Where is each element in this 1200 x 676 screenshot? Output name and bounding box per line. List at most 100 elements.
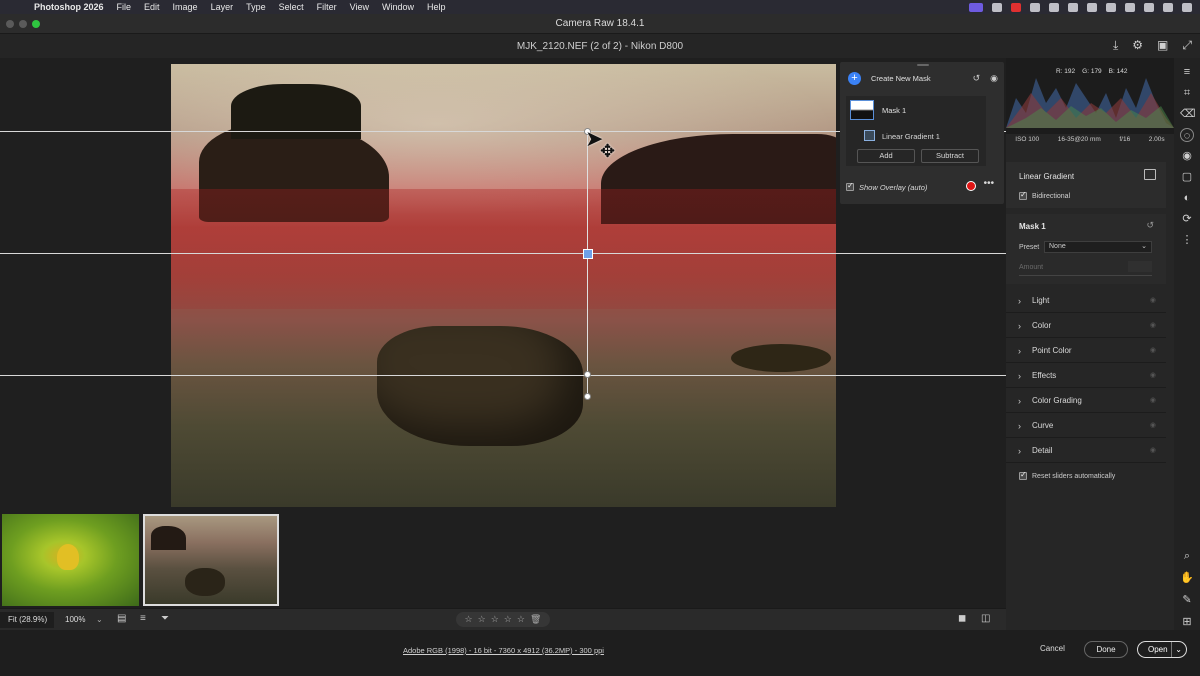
cloud-icon[interactable] <box>1049 2 1059 12</box>
zoom-icon[interactable]: ⌕ <box>1180 549 1194 563</box>
filmstrip-thumb-1[interactable] <box>2 514 139 606</box>
section-point-color[interactable]: › Point Color ◉ <box>1006 339 1166 363</box>
eye-icon[interactable]: ◉ <box>1150 296 1156 304</box>
done-button[interactable]: Done <box>1084 641 1128 658</box>
snapshots-icon[interactable]: ▢ <box>1180 170 1194 184</box>
presets-icon[interactable]: ◐ <box>1180 191 1194 205</box>
gear-icon[interactable]: ⚙ <box>1132 38 1143 53</box>
menu-select[interactable]: Select <box>279 2 304 12</box>
star-icon[interactable]: ☆ <box>465 614 473 625</box>
reset-mask-icon[interactable]: ↺ <box>1146 220 1154 231</box>
amount-slider[interactable] <box>1019 275 1152 276</box>
eye-icon[interactable]: ◉ <box>990 73 998 84</box>
star-icon[interactable]: ☆ <box>517 614 525 625</box>
open-button[interactable]: Open ⌄ <box>1137 641 1187 658</box>
rotate-handle-end[interactable] <box>584 393 591 400</box>
eye-icon[interactable]: ◉ <box>1150 321 1156 329</box>
menu-window[interactable]: Window <box>382 2 414 12</box>
fit-zoom-button[interactable]: Fit (28.9%) <box>0 612 54 628</box>
sort-icon[interactable]: ≡ <box>140 613 146 624</box>
reset-sliders-checkbox[interactable] <box>1019 470 1027 480</box>
expand-icon[interactable]: ⤢ <box>1182 38 1192 53</box>
cancel-button[interactable]: Cancel <box>1040 644 1065 653</box>
panel-grip[interactable] <box>917 64 929 66</box>
mask-name[interactable]: Mask 1 <box>882 106 906 115</box>
record-icon[interactable] <box>1011 2 1021 12</box>
screen-share-icon[interactable] <box>969 2 983 12</box>
app-menu[interactable]: Photoshop 2026 <box>34 2 104 12</box>
section-curve[interactable]: › Curve ◉ <box>1006 414 1166 438</box>
eye-icon[interactable]: ◉ <box>1150 396 1156 404</box>
eye-icon[interactable]: ◉ <box>1150 446 1156 454</box>
eraser-icon[interactable]: ⌫ <box>1180 107 1196 121</box>
battery-icon[interactable] <box>1144 2 1154 12</box>
create-mask-button[interactable]: + <box>848 71 861 85</box>
section-color[interactable]: › Color ◉ <box>1006 314 1166 338</box>
menu-edit[interactable]: Edit <box>144 2 160 12</box>
filter-icon[interactable]: ⏷ <box>161 613 169 624</box>
show-overlay-checkbox[interactable] <box>846 181 854 191</box>
chevron-down-icon[interactable]: ⌄ <box>1171 642 1182 657</box>
overlay-color-swatch[interactable] <box>966 181 976 191</box>
add-button[interactable]: Add <box>857 149 915 163</box>
close-button[interactable] <box>6 20 14 28</box>
eye-icon[interactable]: ◉ <box>1150 371 1156 379</box>
rotate-handle-bottom[interactable] <box>584 371 591 378</box>
reset-icon[interactable]: ↺ <box>973 73 981 84</box>
single-view-icon[interactable]: ◼ <box>958 613 966 624</box>
star-rating[interactable]: ☆ ☆ ☆ ☆ ☆ 🗑 <box>456 612 550 627</box>
sampler-icon[interactable]: ✎ <box>1180 593 1194 607</box>
eye-icon[interactable]: ◉ <box>1150 346 1156 354</box>
eye-icon[interactable]: ◉ <box>1150 421 1156 429</box>
minimize-button[interactable] <box>19 20 27 28</box>
play-icon[interactable] <box>1087 2 1097 12</box>
grid-icon[interactable]: ⊞ <box>1180 615 1194 629</box>
fullscreen-icon[interactable]: ▣ <box>1157 38 1168 53</box>
masking-icon[interactable]: ◌ <box>1180 128 1194 142</box>
mask-thumbnail[interactable] <box>850 100 874 120</box>
section-color-grading[interactable]: › Color Grading ◉ <box>1006 389 1166 413</box>
gradient-center-line[interactable] <box>0 253 1006 254</box>
edit-sliders-icon[interactable]: ≡ <box>1180 65 1194 79</box>
filmstrip-thumb-2[interactable] <box>143 514 279 606</box>
hand-icon[interactable]: ✋ <box>1180 571 1194 585</box>
sync-icon[interactable] <box>1030 2 1040 12</box>
workflow-options-link[interactable]: Adobe RGB (1998) - 16 bit - 7360 x 4912 … <box>403 646 604 655</box>
brightness-icon[interactable] <box>992 2 1002 12</box>
red-eye-icon[interactable]: ◉ <box>1180 149 1194 163</box>
star-icon[interactable]: ☆ <box>478 614 486 625</box>
star-icon[interactable]: ☆ <box>491 614 499 625</box>
subtract-button[interactable]: Subtract <box>921 149 979 163</box>
menu-image[interactable]: Image <box>173 2 198 12</box>
more-tools-icon[interactable]: ⋮ <box>1180 233 1194 247</box>
more-icon[interactable]: ••• <box>983 178 994 189</box>
zoom-button[interactable] <box>32 20 40 28</box>
save-icon[interactable]: ⤓ <box>1113 38 1118 53</box>
filmstrip-view-icon[interactable]: ▤ <box>117 613 126 624</box>
app-status-icon[interactable] <box>1068 2 1078 12</box>
section-detail[interactable]: › Detail ◉ <box>1006 439 1166 463</box>
menu-type[interactable]: Type <box>246 2 266 12</box>
crop-icon[interactable]: ⌗ <box>1180 86 1194 100</box>
menu-view[interactable]: View <box>350 2 369 12</box>
zoom-dropdown-icon[interactable]: ⌄ <box>96 612 103 628</box>
trash-icon[interactable]: 🗑 <box>530 614 541 625</box>
compare-view-icon[interactable]: ◫ <box>981 613 990 624</box>
ai-icon[interactable]: ⟳ <box>1180 212 1194 226</box>
amount-field[interactable] <box>1128 261 1152 272</box>
control-center-icon[interactable] <box>1182 2 1192 12</box>
search-icon[interactable] <box>1163 2 1173 12</box>
section-light[interactable]: › Light ◉ <box>1006 289 1166 313</box>
gradient-center-handle[interactable] <box>583 249 593 259</box>
preset-select[interactable]: None ⌄ <box>1044 241 1152 253</box>
create-mask-label[interactable]: Create New Mask <box>871 74 931 83</box>
pin-icon[interactable] <box>1106 2 1116 12</box>
component-name[interactable]: Linear Gradient 1 <box>882 132 940 141</box>
bidirectional-checkbox[interactable] <box>1019 190 1027 200</box>
menu-help[interactable]: Help <box>427 2 446 12</box>
menu-filter[interactable]: Filter <box>317 2 337 12</box>
zoom-level[interactable]: 100% <box>65 612 85 628</box>
gradient-bottom-line[interactable] <box>0 375 1006 376</box>
section-effects[interactable]: › Effects ◉ <box>1006 364 1166 388</box>
menu-layer[interactable]: Layer <box>211 2 234 12</box>
